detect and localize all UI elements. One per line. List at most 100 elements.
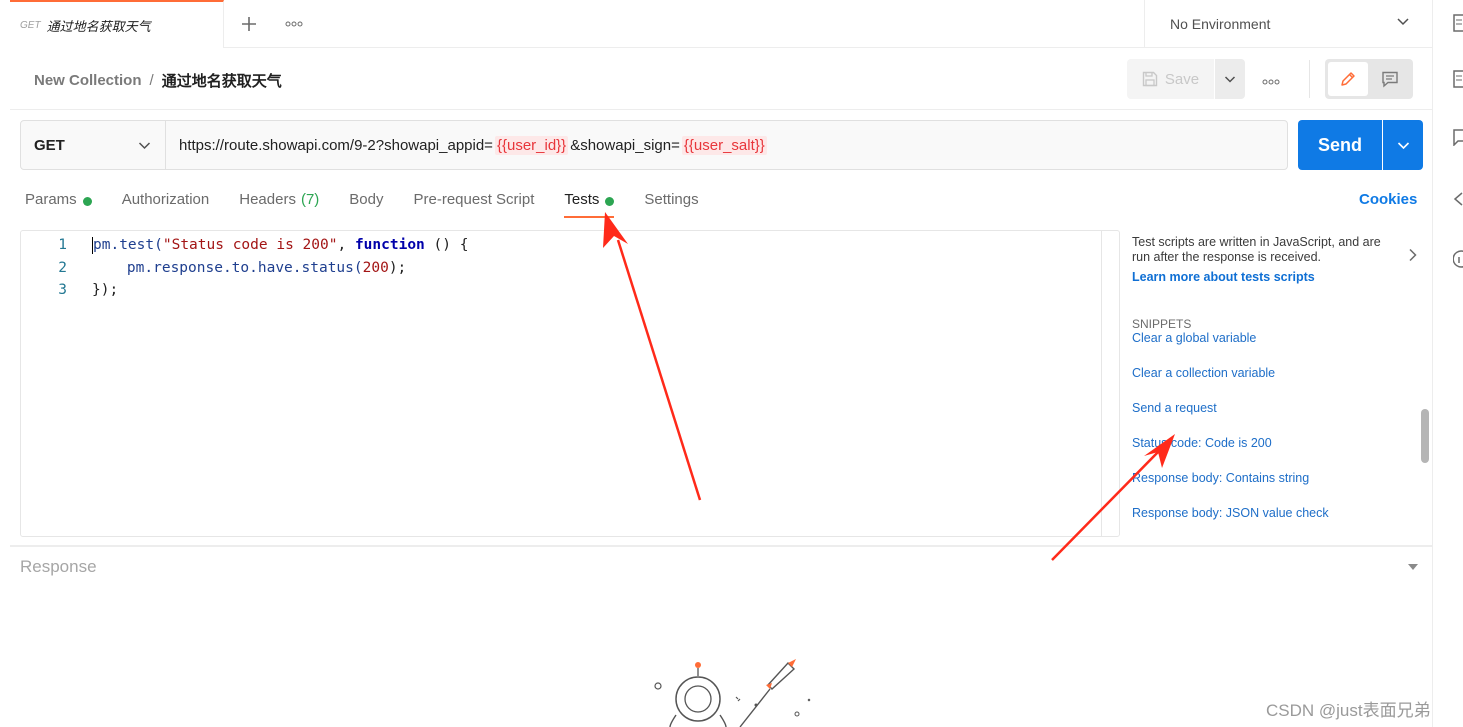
save-button[interactable]: Save <box>1127 59 1214 99</box>
view-mode-toggle <box>1325 59 1413 99</box>
save-label: Save <box>1164 70 1200 88</box>
snippet-item[interactable]: Response body: Contains string <box>1132 471 1422 506</box>
tab-headers[interactable]: Headers (7) <box>239 190 319 220</box>
pane-divider[interactable] <box>10 545 1432 547</box>
snippet-item[interactable]: Status code: Code is 200 <box>1132 436 1422 471</box>
status-dot <box>82 197 92 206</box>
snippets-heading: SNIPPETS <box>1132 317 1192 331</box>
comment-icon <box>1382 71 1398 88</box>
new-tab-button[interactable] <box>224 0 274 47</box>
headers-count-badge: (7) <box>300 191 320 208</box>
send-options-button[interactable] <box>1383 120 1423 170</box>
tests-code-editor[interactable]: 1 pm.test("Status code is 200", function… <box>20 230 1120 537</box>
chevron-down-icon <box>1224 76 1236 83</box>
status-dot <box>605 197 615 206</box>
code-text: pm.response.to.have.status(200); <box>67 257 406 280</box>
url-input[interactable]: https://route.showapi.com/9-2?showapi_ap… <box>166 121 1287 169</box>
request-tab[interactable]: GET 通过地名获取天气 <box>10 0 224 48</box>
cookies-link[interactable]: Cookies <box>1359 191 1417 208</box>
save-button-group: Save <box>1127 59 1245 99</box>
code-line: 1 pm.test("Status code is 200", function… <box>21 234 468 257</box>
documentation-icon[interactable] <box>1453 70 1463 88</box>
snippet-item[interactable]: Clear a collection variable <box>1132 366 1422 401</box>
line-number: 3 <box>58 282 67 298</box>
tab-tests[interactable]: Tests <box>564 190 615 220</box>
code-token: pm.response.to.have.status( <box>92 259 363 276</box>
pencil-icon <box>1341 72 1355 86</box>
learn-more-link[interactable]: Learn more about tests scripts <box>1132 270 1422 284</box>
line-number: 2 <box>58 259 67 276</box>
more-icon <box>285 21 303 26</box>
method-selector[interactable]: GET <box>21 121 166 169</box>
documentation-icon[interactable] <box>1453 14 1463 32</box>
tab-prerequest-script[interactable]: Pre-request Script <box>414 190 535 220</box>
code-text: pm.test("Status code is 200", function (… <box>67 234 468 257</box>
snippet-item[interactable]: Send a request <box>1132 401 1422 436</box>
comments-icon[interactable] <box>1453 128 1463 146</box>
send-button[interactable]: Send <box>1298 120 1382 170</box>
url-variable: {{user_id}} <box>494 135 569 155</box>
url-variable: {{user_salt}} <box>681 135 767 155</box>
code-token: function <box>354 237 425 253</box>
response-heading: Response <box>20 557 97 576</box>
request-tabs: Params Authorization Headers (7) Body Pre… <box>25 190 729 220</box>
tab-tests-label: Tests <box>564 191 600 208</box>
chevron-down-icon <box>138 142 151 150</box>
tab-title: 通过地名获取天气 <box>46 18 151 34</box>
breadcrumb-request[interactable]: 通过地名获取天气 <box>162 70 282 91</box>
code-token: "Status code is 200" <box>162 237 338 253</box>
request-url-bar: GET https://route.showapi.com/9-2?showap… <box>20 120 1288 170</box>
code-token: () { <box>424 237 469 253</box>
save-options-button[interactable] <box>1215 59 1245 99</box>
url-text: https://route.showapi.com/9-2?showapi_ap… <box>179 136 493 154</box>
code-line: 3 }); <box>21 279 468 302</box>
code-text: }); <box>92 282 119 298</box>
tab-body[interactable]: Body <box>349 190 383 220</box>
caret-down-icon[interactable] <box>1407 563 1419 571</box>
tab-method: GET <box>20 19 41 31</box>
code-icon[interactable] <box>1453 190 1463 208</box>
environment-label: No Environment <box>1170 15 1271 32</box>
snippets-scrollbar-thumb[interactable] <box>1421 409 1429 463</box>
tab-settings[interactable]: Settings <box>644 190 698 220</box>
chevron-down-icon <box>1397 18 1409 26</box>
code-token: ); <box>388 259 407 276</box>
save-icon <box>1142 71 1158 87</box>
code-token: pm <box>93 237 111 253</box>
tab-options-button[interactable] <box>274 0 314 47</box>
url-text: &showapi_sign= <box>570 136 680 154</box>
breadcrumb-collection[interactable]: New Collection <box>34 72 142 89</box>
code-token: , <box>337 237 355 253</box>
send-button-group: Send <box>1298 120 1423 170</box>
code-token: .test( <box>110 237 163 253</box>
divider <box>10 109 1432 110</box>
line-number: 1 <box>58 237 67 253</box>
snippet-item[interactable]: Response body: JSON value check <box>1132 506 1422 541</box>
tab-settings-label: Settings <box>644 191 699 208</box>
documentation-mode-button[interactable] <box>1370 62 1410 96</box>
code-line: 2 pm.response.to.have.status(200); <box>21 257 468 280</box>
code-token: 200 <box>362 259 389 276</box>
info-icon[interactable] <box>1453 250 1463 268</box>
tab-params[interactable]: Params <box>25 190 92 220</box>
chevron-down-icon <box>1397 141 1409 149</box>
chevron-right-icon[interactable] <box>1408 248 1418 262</box>
tab-authorization-label: Authorization <box>121 191 210 208</box>
build-mode-button[interactable] <box>1328 62 1368 96</box>
breadcrumb-separator: / <box>149 72 154 89</box>
method-label: GET <box>34 136 65 154</box>
watermark-text: CSDN @just表面兄弟 <box>1266 701 1431 720</box>
tab-authorization[interactable]: Authorization <box>122 190 210 220</box>
editor-scrollbar[interactable] <box>1101 231 1120 536</box>
request-options-button[interactable] <box>1262 72 1280 88</box>
plus-icon <box>242 16 256 31</box>
right-sidebar-rail <box>1432 0 1463 727</box>
tab-params-label: Params <box>25 191 77 208</box>
tab-prerequest-label: Pre-request Script <box>413 191 535 208</box>
environment-selector[interactable]: No Environment <box>1144 0 1422 47</box>
tab-headers-label: Headers <box>239 191 296 208</box>
snippet-item[interactable]: Clear a global variable <box>1132 331 1422 366</box>
tab-body-label: Body <box>349 191 384 208</box>
more-icon <box>1262 79 1280 85</box>
toolbar-divider <box>1309 60 1310 98</box>
